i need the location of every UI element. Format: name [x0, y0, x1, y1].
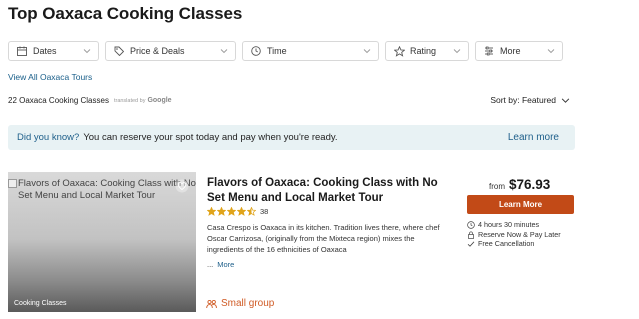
lock-icon [468, 231, 474, 239]
filter-label: Rating [410, 46, 437, 56]
learn-more-button[interactable]: Learn More [467, 195, 574, 214]
sliders-icon [483, 45, 495, 57]
filter-dates[interactable]: Dates [8, 41, 99, 61]
filter-rating[interactable]: Rating [385, 41, 469, 61]
chevron-down-icon [220, 49, 228, 54]
feature-text: 4 hours 30 minutes [478, 220, 540, 229]
notice-question: Did you know? [17, 132, 80, 143]
clock-icon [467, 221, 475, 229]
sort-label: Sort by: Featured [490, 95, 556, 105]
small-group-tag: Small group [206, 298, 274, 309]
image-alt-text: Flavors of Oaxaca: Cooking Class with No… [8, 178, 196, 202]
broken-image-icon [8, 179, 17, 188]
translated-by-google: translated by Google [114, 97, 172, 104]
page-title: Top Oaxaca Cooking Classes [8, 4, 243, 23]
view-all-tours-link[interactable]: View All Oaxaca Tours [8, 72, 92, 82]
filter-label: Dates [33, 46, 57, 56]
price-row: from $76.93 [489, 177, 550, 192]
check-icon [467, 241, 475, 248]
clock-icon [250, 45, 262, 57]
listing-title[interactable]: Flavors of Oaxaca: Cooking Class with No… [207, 176, 439, 206]
translated-label: translated by [113, 97, 146, 104]
tag-icon [113, 45, 125, 57]
chevron-down-icon [453, 49, 461, 54]
feature-reserve: Reserve Now & Pay Later [467, 230, 561, 240]
feature-duration: 4 hours 30 minutes [467, 220, 561, 230]
google-logo: Google [147, 97, 172, 104]
star-icon [207, 207, 216, 216]
listing-image[interactable]: Flavors of Oaxaca: Cooking Class with No… [8, 172, 196, 312]
heart-icon[interactable] [175, 179, 189, 193]
filter-time[interactable]: Time [242, 41, 379, 61]
listing-description: Casa Crespo is Oaxaca in its kitchen. Tr… [207, 223, 440, 254]
review-count: 38 [260, 207, 269, 216]
feature-list: 4 hours 30 minutes Reserve Now & Pay Lat… [467, 220, 561, 249]
sort-dropdown[interactable]: Sort by: Featured [490, 95, 570, 105]
star-outline-icon [393, 45, 405, 57]
star-icon [217, 207, 226, 216]
rating-row: 38 [207, 207, 268, 216]
feature-text: Free Cancellation [478, 239, 535, 249]
tag-label: Small group [221, 298, 275, 309]
results-count: 22 Oaxaca Cooking Classes [8, 96, 109, 105]
star-icon [237, 207, 246, 216]
calendar-icon [16, 45, 28, 57]
price-prefix: from [489, 182, 505, 191]
chevron-down-icon [547, 49, 555, 54]
feature-cancellation: Free Cancellation [467, 239, 561, 249]
price-value: $76.93 [509, 177, 551, 192]
chevron-down-icon [561, 97, 570, 103]
star-icon [247, 207, 256, 216]
filter-price-deals[interactable]: Price & Deals [105, 41, 236, 61]
ellipsis: ... [207, 260, 214, 269]
more-row: ... More [207, 260, 234, 269]
filter-more[interactable]: More [475, 41, 563, 61]
star-icon [227, 207, 236, 216]
filter-label: Time [267, 46, 287, 56]
feature-text: Reserve Now & Pay Later [478, 229, 561, 239]
rating-stars [207, 207, 256, 216]
chevron-down-icon [363, 49, 371, 54]
notice-text: You can reserve your spot today and pay … [83, 132, 338, 143]
reserve-notice-banner: Did you know? You can reserve your spot … [8, 125, 575, 150]
results-count-row: 22 Oaxaca Cooking Classes translated by … [8, 96, 172, 105]
filter-bar: Dates Price & Deals Time Rating More [8, 41, 563, 61]
more-link[interactable]: More [217, 260, 234, 269]
group-icon [206, 299, 217, 308]
notice-learn-more-link[interactable]: Learn more [508, 132, 559, 143]
chevron-down-icon [83, 49, 91, 54]
category-label: Cooking Classes [14, 300, 67, 307]
image-alt-label: Flavors of Oaxaca: Cooking Class with No… [18, 178, 196, 201]
filter-label: More [500, 46, 521, 56]
filter-label: Price & Deals [130, 46, 185, 56]
